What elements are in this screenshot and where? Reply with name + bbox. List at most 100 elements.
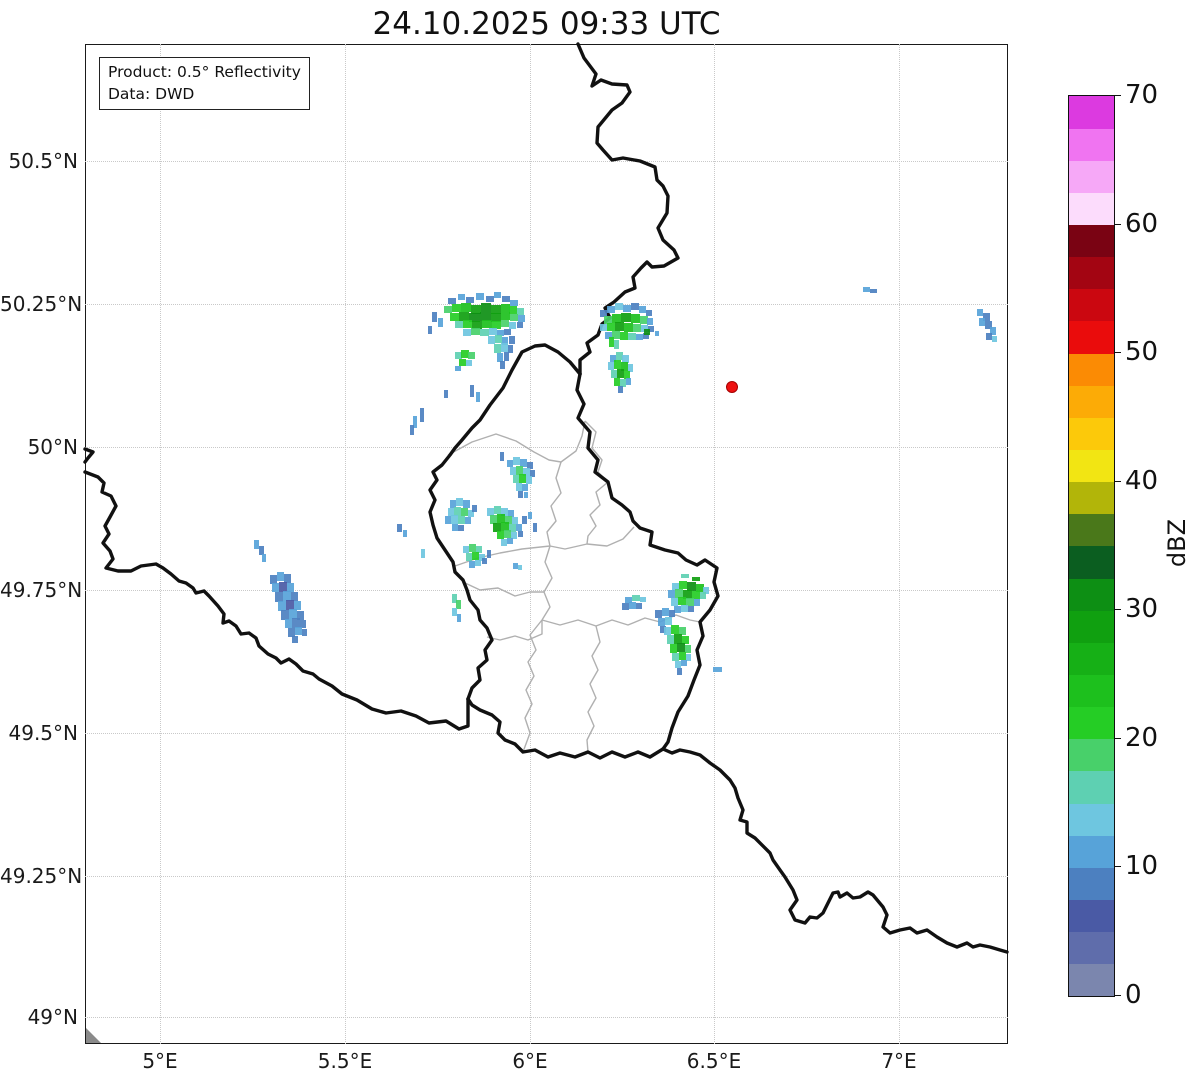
colorbar-segment [1069,706,1114,740]
radar-echo-cell [513,457,520,465]
colorbar-segment [1069,513,1114,547]
colorbar-segment [1069,835,1114,868]
radar-echo-cell [410,425,414,435]
radar-echo-cell [456,498,463,506]
radar-echo-cell [678,597,686,605]
radar-echo-cell [262,554,266,562]
colorbar-segment [1069,899,1114,933]
colorbar-tick-mark [1114,737,1121,739]
radar-echo-cell [518,565,522,570]
radar-echo-cell [600,324,607,331]
radar-echo-cell [295,627,302,635]
radar-echo-cell [647,318,653,325]
colorbar-segment [1069,642,1114,676]
radar-echo-cell [494,344,501,353]
radar-echo-cell [466,360,472,366]
colorbar-segment [1069,674,1114,708]
radar-echo-cell [471,328,480,335]
radar-echo-cell [633,324,641,332]
colorbar-segment [1069,160,1114,193]
radar-echo-cell [672,653,679,661]
radar-echo-cell [461,508,468,516]
colorbar-segment [1069,224,1114,258]
radar-echo-cell [444,390,448,398]
radar-echo-cell [607,323,615,331]
radar-echo-cell [629,602,636,609]
radar-echo-cell [658,618,665,626]
radar-echo-cell [621,313,631,322]
radar-echo-cell [476,293,484,300]
colorbar-segment [1069,288,1114,322]
radar-echo-cell [510,314,518,321]
country-borders-map [83,42,1009,1043]
radar-echo-cell [463,329,471,336]
radar-echo-cell [607,306,615,313]
colorbar-segment [1069,192,1114,226]
colorbar-tick-label: 60 [1125,208,1159,239]
radar-echo-cell [500,361,505,369]
colorbar-tick-label: 0 [1125,980,1142,1010]
radar-echo-cell [292,636,298,643]
radar-echo-cell [640,597,646,602]
radar-echo-cell [444,306,452,313]
radar-echo-cell [465,517,471,524]
radar-echo-cell [626,378,631,385]
radar-echo-cell [450,313,459,321]
colorbar [1068,95,1115,997]
radar-echo-cell [487,550,491,558]
radar-echo-cell [518,491,523,498]
colorbar-tick-mark [1114,352,1121,354]
product-annotation-box: Product: 0.5° Reflectivity Data: DWD [99,57,310,110]
radar-echo-cell [526,476,532,484]
radar-echo-cell [277,572,284,581]
radar-echo-cell [452,304,461,312]
radar-echo-cell [461,303,471,312]
radar-echo-cell [468,352,475,359]
radar-echo-cell [620,332,628,340]
radar-echo-cell [458,294,465,300]
radar-echo-cell [679,652,686,660]
radar-echo-cell [432,312,437,322]
radar-echo-cell [618,386,623,393]
radar-echo-cell [504,329,511,335]
radar-echo-cell [516,524,522,531]
colorbar-segment [1069,738,1114,772]
radar-echo-cell [688,606,694,612]
colorbar-tick-label: 50 [1125,337,1159,368]
colorbar-segment [1069,256,1114,290]
colorbar-tick-label: 20 [1125,722,1159,753]
radar-echo-cell [522,516,527,524]
radar-echo-cell [497,531,504,539]
colorbar-tick-label: 70 [1125,80,1159,110]
colorbar-tick-label: 10 [1125,851,1159,882]
colorbar-segment [1069,128,1114,161]
radar-echo-cell [494,506,501,514]
radar-echo-cell [517,322,523,328]
radar-echo-cell [481,303,491,312]
colorbar-segment [1069,771,1114,804]
colorbar-tick-mark [1114,866,1121,868]
radar-echo-cell [421,549,425,558]
radar-echo-cell [509,306,517,314]
radar-echo-cell [639,306,646,313]
radar-echo-cell [615,322,624,331]
radar-echo-cell [614,360,621,369]
colorbar-segment [1069,481,1114,515]
radar-echo-cell [517,308,524,315]
radar-echo-cell [624,323,633,332]
radar-echo-cell [677,643,685,652]
radar-echo-cell [669,610,675,617]
radar-echo-cell [470,385,474,397]
radar-echo-cell [644,329,650,335]
colorbar-tick-mark [1114,609,1121,611]
radar-echo-cell [679,581,687,589]
radar-echo-cell [518,315,525,322]
colorbar-unit-label: dBZ [1163,518,1191,568]
radar-echo-cell [662,608,669,616]
colorbar-tick-label: 40 [1125,465,1159,496]
colorbar-tick-mark [1114,995,1121,996]
colorbar-segment [1069,321,1114,354]
radar-echo-cell [501,320,509,327]
radar-echo-cell [469,544,476,552]
radar-echo-cell [671,598,678,606]
